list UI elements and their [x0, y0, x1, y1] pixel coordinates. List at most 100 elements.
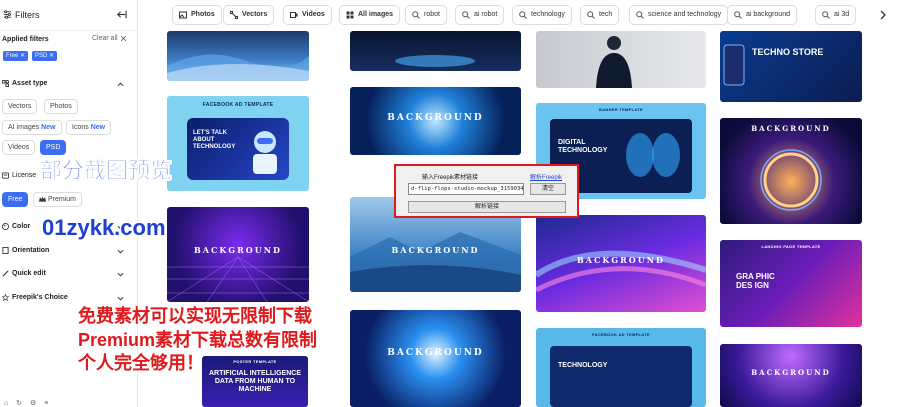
license-premium-label: Premium — [48, 196, 77, 203]
result-card[interactable]: BACKGROUND — [350, 310, 521, 407]
tab-label: Photos — [191, 11, 215, 18]
search-icon — [822, 11, 830, 19]
tag-label: robot — [424, 11, 440, 18]
orientation-section-title[interactable]: Orientation — [12, 247, 49, 254]
tag-label: ai 3d — [834, 11, 850, 18]
asset-type-icons[interactable]: Icons New — [66, 120, 112, 135]
card-title: FACEBOOK AD TEMPLATE — [592, 332, 650, 337]
tag-ai-3d[interactable]: ai 3d — [815, 5, 857, 25]
card-title: BANNER TEMPLATE — [599, 107, 643, 112]
asset-type-vectors[interactable]: Vectors — [2, 99, 38, 114]
result-card[interactable]: BACKGROUND — [350, 87, 521, 155]
card-panel: LET'S TALK ABOUT TECHNOLOGY — [187, 118, 289, 180]
card-headline: DIGITAL TECHNOLOGY — [558, 139, 608, 154]
tag-label: ai background — [746, 11, 790, 18]
tab-photos[interactable]: Photos — [172, 5, 222, 25]
applied-filter-label: Free — [6, 53, 19, 59]
parse-freepik-link[interactable]: 解析Freepik — [530, 172, 562, 181]
collapse-sidebar-icon[interactable] — [116, 9, 127, 20]
result-card[interactable] — [167, 31, 309, 81]
vector-icon — [230, 11, 238, 19]
result-card[interactable]: BACKGROUND — [720, 118, 862, 224]
card-title: BACKGROUND — [194, 245, 282, 255]
link-input[interactable]: d-flip-flops-studio-mockup_31590344.htm — [408, 183, 524, 195]
tag-robot[interactable]: robot — [405, 5, 447, 25]
footer-icons: ⌂ ↻ ⚙ ≡ — [4, 399, 51, 407]
asset-type-videos[interactable]: Videos — [2, 140, 36, 155]
video-icon — [290, 12, 298, 18]
card-title: POSTER TEMPLATE — [233, 359, 277, 364]
chevron-down-icon[interactable] — [117, 272, 124, 277]
heads-illustration — [626, 133, 680, 177]
result-card[interactable] — [350, 31, 521, 71]
quick-edit-section-title[interactable]: Quick edit — [12, 270, 46, 277]
tab-label: All images — [358, 11, 394, 18]
applied-filter-free-chip[interactable]: Free ✕ — [3, 51, 29, 61]
result-card[interactable]: BACKGROUND — [720, 344, 862, 407]
license-title: License — [12, 172, 37, 179]
filter-icon — [3, 10, 12, 19]
photo-icon — [179, 11, 187, 19]
results-gallery: FACEBOOK AD TEMPLATE LET'S TALK ABOUT TE… — [138, 31, 900, 407]
clear-button[interactable]: 清空 — [530, 183, 566, 195]
license-free[interactable]: Free — [2, 192, 29, 207]
asset-type-title: Asset type — [12, 80, 48, 87]
result-card[interactable]: FACEBOOK AD TEMPLATE LET'S TALK ABOUT TE… — [167, 96, 309, 191]
chevron-right-icon[interactable] — [879, 10, 887, 20]
portal-illustration — [760, 149, 822, 211]
person-illustration — [596, 36, 632, 88]
search-icon — [412, 11, 420, 19]
site-watermark-text: 01zykk.com — [42, 215, 166, 240]
parse-link-button[interactable]: 解析链接 — [408, 201, 566, 213]
search-icon — [587, 11, 595, 19]
chevron-down-icon[interactable] — [117, 296, 124, 301]
card-title: LANDING PAGE TEMPLATE — [761, 244, 821, 249]
tab-all-images[interactable]: All images — [339, 5, 401, 25]
card-title: BACKGROUND — [751, 368, 831, 377]
asset-type-ai-images[interactable]: AI images New — [2, 120, 62, 135]
tag-tech[interactable]: tech — [580, 5, 620, 25]
chevron-up-icon[interactable] — [117, 82, 124, 87]
tag-ai-robot[interactable]: ai robot — [455, 5, 505, 25]
tag-ai-background[interactable]: ai background — [727, 5, 797, 25]
promo-line-2: Premium素材下载总数有限制 — [78, 330, 318, 350]
applied-filter-psd-chip[interactable]: PSD ✕ — [32, 51, 58, 61]
search-icon — [462, 11, 470, 19]
clear-all-button[interactable]: Clear all — [92, 35, 118, 42]
tab-label: Videos — [302, 11, 325, 18]
card-title: BACKGROUND — [577, 255, 665, 265]
result-card[interactable]: TECHNO STORE — [720, 31, 862, 102]
link-input-label: 输入Freepik素材链接 — [422, 175, 479, 181]
promo-line-1: 免费素材可以实现无限制下载 — [78, 306, 312, 326]
asset-type-photos[interactable]: Photos — [44, 99, 78, 114]
result-card[interactable]: BACKGROUND — [167, 207, 309, 302]
tag-science-and-technology[interactable]: science and technology — [629, 5, 729, 25]
color-palette-icon — [2, 223, 9, 230]
star-icon — [2, 294, 9, 301]
card-title: FACEBOOK AD TEMPLATE — [202, 102, 274, 108]
tab-videos[interactable]: Videos — [283, 5, 332, 25]
card-headline: GRA PHIC DES IGN — [736, 272, 775, 290]
freepik-search-page: Filters Applied filters Clear all Free ✕… — [0, 0, 900, 407]
search-icon — [636, 11, 644, 19]
card-headline: ARTIFICIAL INTELLIGENCE DATA FROM HUMAN … — [208, 370, 302, 393]
asset-type-icons-label: Icons — [72, 124, 89, 131]
tag-technology[interactable]: technology — [512, 5, 572, 25]
card-title: BACKGROUND — [387, 348, 484, 358]
result-card[interactable]: FACEBOOK AD TEMPLATE TECHNOLOGY — [536, 328, 706, 407]
freepik-choice-section-title[interactable]: Freepik's Choice — [12, 294, 68, 301]
filters-header: Filters — [0, 0, 138, 31]
tab-label: Vectors — [242, 11, 268, 18]
result-card[interactable]: POSTER TEMPLATE ARTIFICIAL INTELLIGENCE … — [202, 356, 308, 407]
result-card[interactable]: LANDING PAGE TEMPLATE GRA PHIC DES IGN — [720, 240, 862, 327]
search-icon — [519, 11, 527, 19]
chevron-down-icon[interactable] — [117, 249, 124, 254]
close-icon[interactable] — [121, 36, 126, 41]
tab-vectors[interactable]: Vectors — [223, 5, 275, 25]
color-section-title[interactable]: Color — [12, 223, 30, 230]
result-card[interactable]: BACKGROUND — [536, 215, 706, 312]
license-premium[interactable]: Premium — [33, 192, 83, 207]
applied-filter-label: PSD — [35, 53, 48, 59]
result-card[interactable] — [536, 31, 706, 88]
tag-label: technology — [531, 11, 565, 18]
